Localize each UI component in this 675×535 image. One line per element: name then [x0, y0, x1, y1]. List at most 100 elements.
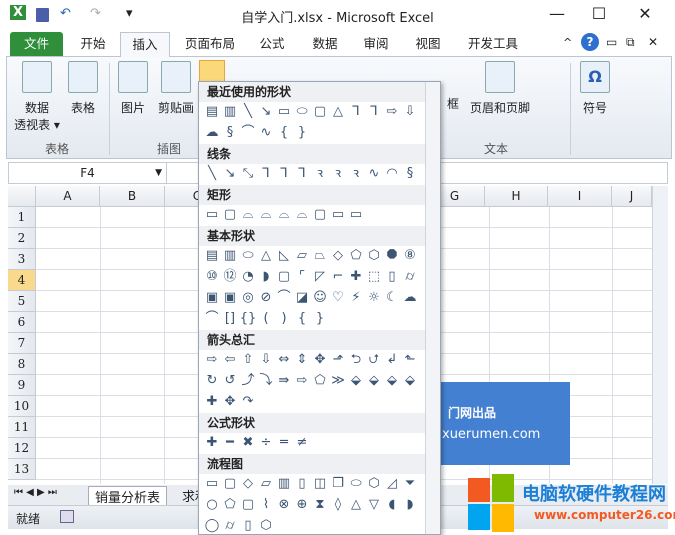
shape-icon[interactable]: ⑩ — [203, 267, 221, 287]
tab-developer[interactable]: 开发工具 — [462, 32, 524, 57]
shape-icon[interactable]: ⬙ — [365, 371, 383, 391]
shape-icon[interactable]: ꝛ — [311, 164, 329, 184]
shape-icon[interactable]: ⇔ — [275, 350, 293, 370]
shape-icon[interactable]: ▭ — [203, 205, 221, 225]
shape-icon[interactable]: ♡ — [329, 288, 347, 308]
workbook-restore-icon[interactable]: ⧉ — [626, 35, 635, 50]
shape-icon[interactable]: ∿ — [257, 123, 275, 143]
shape-icon[interactable]: ▥ — [275, 474, 293, 494]
column-header-A[interactable]: A — [36, 186, 100, 207]
workbook-minimize-icon[interactable]: ▭ — [606, 35, 617, 49]
row-header-5[interactable]: 5 — [8, 291, 36, 312]
shape-icon[interactable]: ⏢ — [311, 246, 329, 266]
shape-icon[interactable]: ▤ — [203, 246, 221, 266]
shape-icon[interactable]: ⬡ — [365, 474, 383, 494]
shape-icon[interactable]: ꝛ — [347, 164, 365, 184]
shape-icon[interactable]: ◗ — [401, 495, 419, 515]
shape-icon[interactable]: ⅂ — [347, 102, 365, 122]
help-icon[interactable]: ? — [581, 33, 599, 51]
shape-icon[interactable]: ⇨ — [203, 350, 221, 370]
shape-icon[interactable]: ⊘ — [257, 288, 275, 308]
shape-icon[interactable]: ◿ — [383, 474, 401, 494]
shape-icon[interactable]: ◺ — [275, 246, 293, 266]
shape-icon[interactable]: ▱ — [257, 474, 275, 494]
shape-icon[interactable]: ╲ — [203, 164, 221, 184]
clip-art-button[interactable]: 剪贴画 — [155, 61, 197, 116]
shape-icon[interactable]: ▭ — [203, 474, 221, 494]
shape-icon[interactable]: ▢ — [275, 267, 293, 287]
shape-icon[interactable]: ▭ — [329, 205, 347, 225]
shape-icon[interactable]: ✖ — [239, 433, 257, 453]
select-all-corner[interactable] — [8, 186, 36, 207]
shape-icon[interactable]: ⊕ — [293, 495, 311, 515]
shape-icon[interactable]: ╲ — [239, 102, 257, 122]
shape-icon[interactable]: ⇛ — [275, 371, 293, 391]
picture-button[interactable]: 图片 — [115, 61, 151, 116]
shape-icon[interactable]: ⧗ — [311, 495, 329, 515]
shape-icon[interactable]: ⬡ — [257, 516, 275, 534]
tab-data[interactable]: 数据 — [305, 32, 345, 57]
shape-icon[interactable]: ☺ — [311, 288, 329, 308]
shape-icon[interactable]: ◔ — [239, 267, 257, 287]
shape-icon[interactable]: ▱ — [293, 246, 311, 266]
collapse-ribbon-icon[interactable]: ^ — [563, 36, 572, 49]
shape-icon[interactable]: △ — [257, 246, 275, 266]
table-button[interactable]: 表格 — [63, 61, 103, 116]
shape-icon[interactable]: ( — [257, 309, 275, 329]
menu-scrollbar[interactable] — [425, 82, 440, 534]
shape-icon[interactable]: ⬠ — [311, 371, 329, 391]
shape-icon[interactable]: ⑫ — [221, 267, 239, 287]
sheet-nav-arrows-icon[interactable]: ⏮ ◀ ▶ ⏭ — [14, 487, 57, 498]
shape-icon[interactable]: } — [311, 309, 329, 329]
row-header-4[interactable]: 4 — [8, 270, 36, 291]
row-header-10[interactable]: 10 — [8, 396, 36, 417]
row-header-9[interactable]: 9 — [8, 375, 36, 396]
shape-icon[interactable]: { — [275, 123, 293, 143]
workbook-close-icon[interactable]: ✕ — [648, 35, 658, 49]
shape-icon[interactable]: ⤴ — [239, 371, 257, 391]
shape-icon[interactable]: ▣ — [221, 288, 239, 308]
shape-icon[interactable]: } — [293, 123, 311, 143]
shape-icon[interactable]: ⌒ — [239, 123, 257, 143]
shape-icon[interactable]: ⌐ — [329, 267, 347, 287]
column-header-J[interactable]: J — [612, 186, 652, 207]
shape-icon[interactable]: ✚ — [203, 433, 221, 453]
shape-icon[interactable]: ⇕ — [293, 350, 311, 370]
shape-icon[interactable]: ✥ — [221, 392, 239, 412]
shape-icon[interactable]: ▯ — [383, 267, 401, 287]
shape-icon[interactable]: ⬠ — [221, 495, 239, 515]
shape-icon[interactable]: ⌒ — [203, 309, 221, 329]
shape-icon[interactable]: ▢ — [311, 205, 329, 225]
sheet-tab[interactable]: 销量分析表 — [88, 486, 168, 507]
shape-icon[interactable]: ⌜ — [293, 267, 311, 287]
shape-icon[interactable]: ⬙ — [383, 371, 401, 391]
shape-icon[interactable]: ) — [275, 309, 293, 329]
shape-icon[interactable]: ▭ — [347, 205, 365, 225]
tab-review[interactable]: 审阅 — [356, 32, 396, 57]
shape-icon[interactable]: ⬙ — [401, 371, 419, 391]
text-box-button[interactable]: 框 — [443, 95, 463, 112]
shape-icon[interactable]: ◫ — [311, 474, 329, 494]
shape-icon[interactable]: ⅂ — [257, 164, 275, 184]
shape-icon[interactable]: ⇩ — [401, 102, 419, 122]
shape-icon[interactable]: ▢ — [311, 102, 329, 122]
shape-icon[interactable]: ▥ — [221, 102, 239, 122]
row-header-8[interactable]: 8 — [8, 354, 36, 375]
column-header-I[interactable]: I — [548, 186, 612, 207]
name-box[interactable]: F4 ▼ — [9, 163, 167, 183]
shape-icon[interactable]: ☼ — [365, 288, 383, 308]
shape-icon[interactable]: ☁ — [203, 123, 221, 143]
shape-icon[interactable]: ↻ — [203, 371, 221, 391]
shape-icon[interactable]: ⬭ — [347, 474, 365, 494]
shape-icon[interactable]: ꝛ — [329, 164, 347, 184]
tab-home[interactable]: 开始 — [70, 32, 116, 57]
shape-icon[interactable]: ↘ — [257, 102, 275, 122]
shape-icon[interactable]: ⤵ — [257, 371, 275, 391]
shape-icon[interactable]: ◯ — [203, 516, 221, 534]
shape-icon[interactable]: ⇨ — [383, 102, 401, 122]
pivot-table-button[interactable]: 数据 透视表 ▾ — [13, 61, 61, 133]
shape-icon[interactable]: ⚡ — [347, 288, 365, 308]
macro-record-icon[interactable] — [60, 510, 74, 523]
shape-icon[interactable]: ⬚ — [365, 267, 383, 287]
shape-icon[interactable]: ⑧ — [401, 246, 419, 266]
